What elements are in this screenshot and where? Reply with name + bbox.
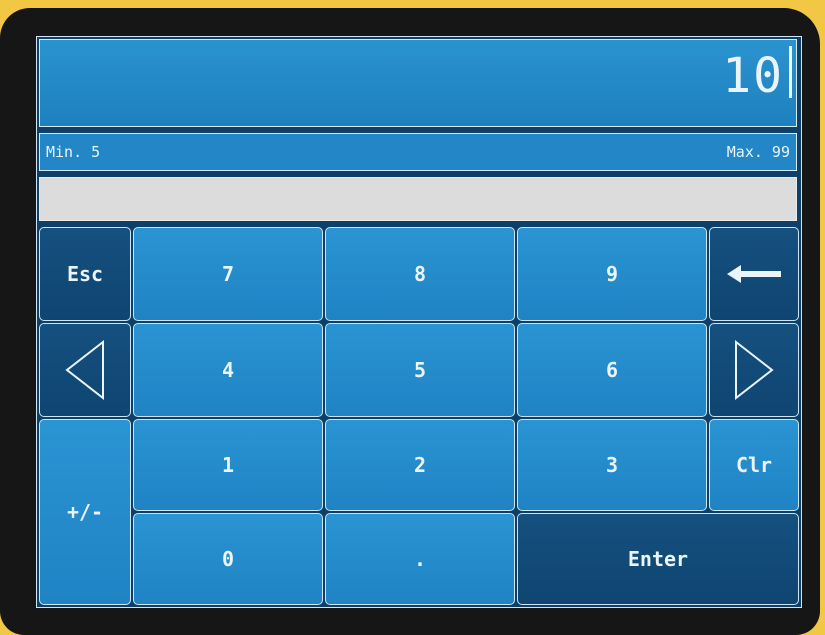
display-value: 10 xyxy=(722,48,784,104)
max-label: Max. 99 xyxy=(726,143,790,161)
plus-minus-button[interactable]: +/- xyxy=(39,419,131,605)
triangle-right-icon xyxy=(735,340,774,400)
key-9-button[interactable]: 9 xyxy=(517,227,707,321)
decimal-point-button[interactable]: . xyxy=(325,513,515,605)
key-3-button[interactable]: 3 xyxy=(517,419,707,511)
key-6-button[interactable]: 6 xyxy=(517,323,707,417)
key-4-button[interactable]: 4 xyxy=(133,323,323,417)
message-bar xyxy=(39,177,797,221)
text-cursor xyxy=(789,46,792,98)
key-0-button[interactable]: 0 xyxy=(133,513,323,605)
enter-button[interactable]: Enter xyxy=(517,513,799,605)
clear-button[interactable]: Clr xyxy=(709,419,799,511)
key-5-button[interactable]: 5 xyxy=(325,323,515,417)
key-2-button[interactable]: 2 xyxy=(325,419,515,511)
cursor-right-button[interactable] xyxy=(709,323,799,417)
value-display[interactable]: 10 xyxy=(39,39,797,127)
left-arrow-icon xyxy=(727,265,781,283)
backspace-button[interactable] xyxy=(709,227,799,321)
triangle-left-icon xyxy=(65,340,104,400)
key-7-button[interactable]: 7 xyxy=(133,227,323,321)
cursor-left-button[interactable] xyxy=(39,323,131,417)
key-8-button[interactable]: 8 xyxy=(325,227,515,321)
limits-bar: Min. 5 Max. 99 xyxy=(39,133,797,171)
esc-button[interactable]: Esc xyxy=(39,227,131,321)
touch-screen: 10 Min. 5 Max. 99 Esc 7 8 9 4 5 6 +/- 1 … xyxy=(36,36,802,608)
min-label: Min. 5 xyxy=(46,143,101,161)
key-1-button[interactable]: 1 xyxy=(133,419,323,511)
